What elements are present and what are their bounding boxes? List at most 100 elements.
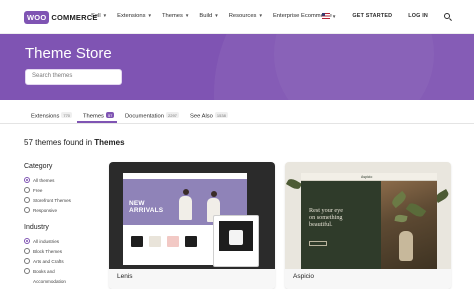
logo-woo: WOO	[24, 11, 50, 24]
model-figure	[179, 196, 192, 220]
search-input[interactable]: Search themes	[25, 69, 122, 85]
preview-headline-line: ARRIVALS	[129, 207, 164, 214]
product-thumb	[131, 236, 143, 247]
main-menu: Sell ▼ Extensions ▼ Themes ▼ Build ▼ Resourc…	[91, 13, 342, 19]
results-category: Themes	[94, 138, 125, 147]
card-footer	[109, 269, 275, 289]
filter-category: Category All themes Free Storefront Them…	[24, 163, 104, 215]
theme-card-aspicio[interactable]: Aspicio Rest your eye on something beautif…	[285, 162, 451, 289]
filter-heading: Industry	[24, 224, 49, 231]
preview-button	[309, 241, 327, 246]
nav-item-label: Resources	[228, 13, 257, 19]
filter-option-label: All industries	[33, 238, 60, 244]
hero-banner: Theme Store Search themes	[0, 34, 474, 100]
search-icon[interactable]	[444, 13, 450, 19]
chevron-down-icon: ▼	[258, 13, 263, 18]
preview-hero: Rest your eye on something beautiful.	[301, 181, 381, 269]
woocommerce-logo[interactable]: WOO COMMERCE	[24, 11, 98, 24]
filter-option[interactable]: All industries	[24, 236, 104, 246]
radio-button[interactable]	[24, 207, 30, 213]
filter-option[interactable]: Storefront Themes	[24, 195, 104, 205]
product-thumb	[185, 236, 197, 247]
preview-tagline: Rest your eye on something beautiful.	[309, 207, 343, 228]
radio-button[interactable]	[24, 187, 30, 193]
theme-card-lenis[interactable]: NEW ARRIVALS Lenis	[109, 162, 275, 289]
theme-name[interactable]: Aspicio	[293, 273, 314, 280]
chevron-down-icon: ▼	[102, 13, 108, 18]
theme-preview-image: NEW ARRIVALS	[109, 162, 275, 269]
nav-item-themes[interactable]: Themes ▼	[162, 13, 189, 19]
vase-shape	[399, 231, 413, 261]
tab-count: 57	[105, 112, 115, 118]
tab-documentation[interactable]: Documentation 2297	[125, 112, 179, 120]
us-flag-icon[interactable]	[321, 13, 330, 19]
chevron-down-icon: ▼	[147, 13, 152, 18]
preview-logo: Aspicio	[361, 175, 373, 179]
leaf-decoration	[405, 200, 427, 220]
filter-option[interactable]: Responsive	[24, 205, 104, 215]
nav-item-label: Themes	[161, 13, 183, 19]
filter-option[interactable]: All themes	[24, 175, 104, 185]
filter-option[interactable]: Block Themes	[24, 246, 104, 256]
product-thumb	[167, 236, 179, 247]
filter-option-label: Books and	[33, 268, 55, 274]
nav-item-label: Build	[199, 13, 213, 19]
page-title: Theme Store	[25, 45, 112, 62]
radio-button[interactable]	[24, 268, 30, 274]
filter-option-label: Responsive	[33, 207, 58, 213]
preview-headline-line: NEW	[129, 200, 145, 207]
nav-item-extensions[interactable]: Extensions ▼	[117, 13, 152, 19]
top-navigation: WOO COMMERCE Sell ▼ Extensions ▼ Themes ▼ B…	[0, 0, 474, 34]
preview-photo	[381, 181, 437, 269]
model-head	[183, 189, 189, 195]
filters-sidebar: Category All themes Free Storefront Them…	[24, 163, 104, 289]
preview-tagline-line: beautiful.	[309, 221, 333, 228]
chevron-down-icon: ▼	[184, 13, 190, 18]
tab-label: Themes	[83, 113, 104, 120]
theme-name[interactable]: Lenis	[117, 273, 133, 280]
product-thumb	[229, 230, 243, 245]
filter-option[interactable]: Books and	[24, 266, 104, 276]
get-started-link[interactable]: GET STARTED	[352, 13, 392, 19]
filter-industry: Industry All industries Block Themes Art…	[24, 224, 104, 286]
filter-heading: Category	[24, 163, 53, 170]
results-prefix: 57 themes found in	[24, 138, 95, 147]
radio-button[interactable]	[24, 238, 30, 244]
nav-item-sell[interactable]: Sell ▼	[91, 13, 107, 19]
login-link[interactable]: LOG IN	[408, 13, 428, 19]
leaf-decoration	[285, 177, 303, 191]
tab-label: Extensions	[31, 113, 60, 120]
tab-label: Documentation	[125, 113, 164, 120]
radio-button[interactable]	[24, 197, 30, 203]
leaf-decoration	[394, 214, 408, 223]
nav-item-resources[interactable]: Resources ▼	[229, 13, 263, 19]
tab-themes[interactable]: Themes 57	[83, 112, 115, 120]
preview-tagline-line: on something	[309, 214, 343, 221]
nav-item-build[interactable]: Build ▼	[199, 13, 218, 19]
preview-mobile	[213, 215, 259, 267]
nav-right: ▼ GET STARTED LOG IN	[321, 13, 450, 19]
preview-nav: Aspicio	[301, 173, 437, 181]
tab-extensions[interactable]: Extensions 770	[31, 112, 73, 120]
radio-button[interactable]	[24, 177, 30, 183]
radio-button[interactable]	[24, 258, 30, 264]
preview-window: Aspicio Rest your eye on something beautif…	[301, 173, 437, 269]
tab-label: See Also	[190, 113, 213, 120]
tab-count: 770	[61, 112, 73, 118]
preview-mobile-image	[219, 221, 253, 251]
filter-option[interactable]: Arts and Crafts	[24, 256, 104, 266]
tab-see-also[interactable]: See Also 1538	[190, 112, 228, 120]
filter-option-continued: Accommodation	[24, 276, 104, 286]
filter-option-label: Storefront Themes	[33, 197, 71, 203]
filter-option-label: All themes	[33, 177, 55, 183]
preview-tagline-line: Rest your eye	[309, 207, 344, 214]
filter-option[interactable]: Free	[24, 185, 104, 195]
chevron-down-icon[interactable]: ▼	[332, 14, 336, 19]
filter-option-label: Arts and Crafts	[33, 258, 64, 264]
result-tabs: Extensions 770 Themes 57 Documentation 2297…	[0, 100, 474, 124]
results-count: 57 themes found in Themes	[24, 138, 125, 147]
radio-button[interactable]	[24, 248, 30, 254]
nav-item-label: Extensions	[117, 13, 146, 19]
filter-option-label: Accommodation	[33, 278, 66, 284]
filter-option-label: Free	[33, 187, 43, 193]
